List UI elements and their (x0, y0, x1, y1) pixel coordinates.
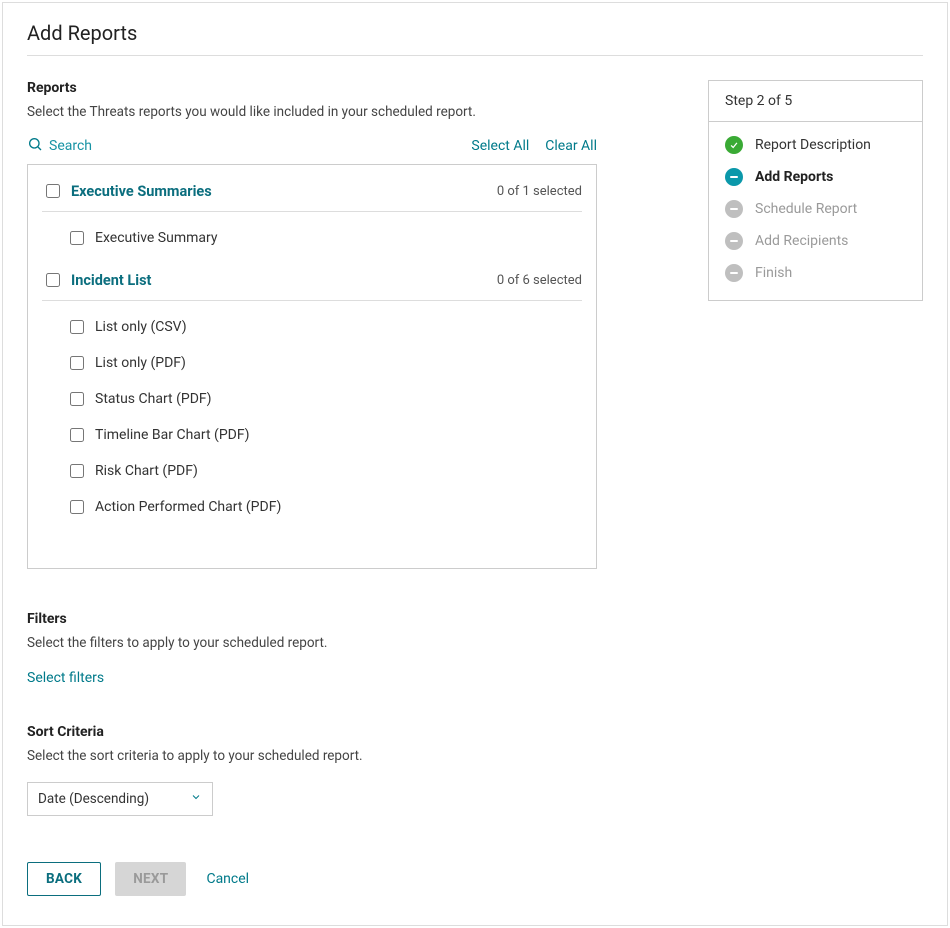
item-label: Executive Summary (95, 230, 218, 246)
filters-section-title: Filters (27, 611, 597, 627)
group-title: Executive Summaries (71, 183, 212, 200)
step-label: Add Recipients (755, 233, 848, 249)
reports-section-title: Reports (27, 80, 597, 96)
reports-section-description: Select the Threats reports you would lik… (27, 104, 597, 120)
item-checkbox[interactable] (70, 231, 84, 245)
step-finish: Finish (725, 264, 906, 282)
step-label: Schedule Report (755, 201, 857, 217)
step-label: Add Reports (755, 169, 833, 185)
group-divider (42, 300, 582, 301)
footer-actions: BACK NEXT Cancel (27, 862, 597, 896)
next-button[interactable]: NEXT (115, 862, 186, 896)
search-input[interactable]: Search (27, 136, 92, 156)
report-item: List only (CSV) (42, 309, 582, 345)
check-icon (725, 136, 743, 154)
title-divider (27, 55, 923, 56)
current-step-icon (725, 168, 743, 186)
item-checkbox[interactable] (70, 356, 84, 370)
report-item: Risk Chart (PDF) (42, 453, 582, 489)
pending-step-icon (725, 232, 743, 250)
wizard-stepper: Step 2 of 5 Report Description Add Repor… (708, 80, 923, 301)
step-add-recipients: Add Recipients (725, 232, 906, 250)
report-group-header: Incident List 0 of 6 selected (42, 264, 582, 298)
item-checkbox[interactable] (70, 464, 84, 478)
sort-section: Sort Criteria Select the sort criteria t… (27, 724, 597, 816)
item-checkbox[interactable] (70, 320, 84, 334)
item-checkbox[interactable] (70, 392, 84, 406)
sort-selected-label: Date (Descending) (38, 791, 149, 807)
sort-criteria-select[interactable]: Date (Descending) (27, 782, 213, 816)
group-title: Incident List (71, 272, 151, 289)
pending-step-icon (725, 264, 743, 282)
stepper-header: Step 2 of 5 (709, 81, 922, 122)
pending-step-icon (725, 200, 743, 218)
report-item: Status Chart (PDF) (42, 381, 582, 417)
step-label: Finish (755, 265, 792, 281)
item-label: Action Performed Chart (PDF) (95, 499, 281, 515)
clear-all-button[interactable]: Clear All (545, 138, 597, 154)
search-icon (27, 136, 43, 156)
report-item: Executive Summary (42, 220, 582, 256)
group-count: 0 of 6 selected (497, 273, 582, 288)
item-checkbox[interactable] (70, 500, 84, 514)
step-label: Report Description (755, 137, 871, 153)
report-group-header: Executive Summaries 0 of 1 selected (42, 175, 582, 209)
report-list-box: Executive Summaries 0 of 1 selected Exec… (27, 164, 597, 569)
item-label: Timeline Bar Chart (PDF) (95, 427, 249, 443)
sort-section-description: Select the sort criteria to apply to you… (27, 748, 597, 764)
group-count: 0 of 1 selected (497, 184, 582, 199)
sort-section-title: Sort Criteria (27, 724, 597, 740)
select-filters-button[interactable]: Select filters (27, 670, 104, 686)
group-checkbox-executive-summaries[interactable] (46, 184, 60, 198)
report-item: Action Performed Chart (PDF) (42, 489, 582, 525)
group-divider (42, 211, 582, 212)
select-all-button[interactable]: Select All (471, 138, 529, 154)
item-label: List only (CSV) (95, 319, 187, 335)
step-add-reports[interactable]: Add Reports (725, 168, 906, 186)
filters-section: Filters Select the filters to apply to y… (27, 611, 597, 686)
chevron-down-icon (190, 791, 202, 807)
page-title: Add Reports (27, 21, 923, 45)
item-checkbox[interactable] (70, 428, 84, 442)
item-label: List only (PDF) (95, 355, 186, 371)
item-label: Status Chart (PDF) (95, 391, 212, 407)
item-label: Risk Chart (PDF) (95, 463, 198, 479)
step-report-description[interactable]: Report Description (725, 136, 906, 154)
cancel-button[interactable]: Cancel (206, 871, 249, 887)
step-schedule-report: Schedule Report (725, 200, 906, 218)
back-button[interactable]: BACK (27, 862, 101, 896)
reports-section: Reports Select the Threats reports you w… (27, 80, 597, 569)
group-checkbox-incident-list[interactable] (46, 273, 60, 287)
report-item: List only (PDF) (42, 345, 582, 381)
filters-section-description: Select the filters to apply to your sche… (27, 635, 597, 651)
report-item: Timeline Bar Chart (PDF) (42, 417, 582, 453)
search-label: Search (49, 138, 92, 154)
